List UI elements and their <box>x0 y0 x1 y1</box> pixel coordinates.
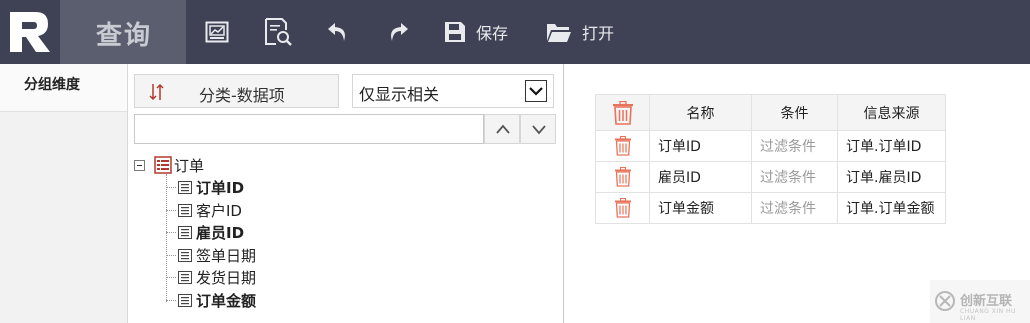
tree-connector <box>166 255 176 256</box>
cell-name: 雇员ID <box>649 161 752 193</box>
tree-item-label: 发货日期 <box>196 269 257 287</box>
watermark-text: 创新互联 <box>960 294 1013 309</box>
tree-root-order[interactable]: 订单 <box>134 154 334 176</box>
trash-icon[interactable] <box>614 167 632 187</box>
field-icon <box>178 294 192 307</box>
top-toolbar: 查询 保存 打开 <box>0 0 1030 64</box>
table-header-row: 名称 条件 信息来源 <box>595 94 946 131</box>
tree-item-label: 签单日期 <box>196 247 257 265</box>
cell-condition-link[interactable]: 过滤条件 <box>751 161 838 193</box>
tree-item-label: 订单ID <box>196 179 245 197</box>
brand <box>0 0 60 64</box>
field-icon <box>178 181 192 194</box>
watermark: 创新互联 CHUANG XIN HU LIAN <box>930 280 1030 323</box>
table-icon <box>154 156 172 174</box>
chart-icon <box>205 21 229 43</box>
table-row: 订单金额 过滤条件 订单.订单金额 <box>595 192 946 224</box>
tree-root-label: 订单 <box>174 157 205 175</box>
app-root: 查询 保存 打开 分组维度 分类-数据项 仅显示相关 订单 订单ID 客户ID … <box>0 0 1030 323</box>
relevance-filter-value: 仅显示相关 <box>359 85 440 104</box>
tree-item-label: 订单金额 <box>196 292 257 310</box>
category-sort-label: 分类-数据项 <box>199 86 285 105</box>
condition-table: 名称 条件 信息来源 订单ID 过滤条件 订单.订单ID 雇员ID 过滤条件 订… <box>595 94 946 224</box>
chevron-down-icon <box>532 125 546 135</box>
field-icon <box>178 204 192 217</box>
redo-button[interactable] <box>386 0 410 64</box>
column-header-name: 名称 <box>649 94 752 131</box>
chevron-up-icon <box>496 124 510 134</box>
save-label: 保存 <box>476 24 509 43</box>
app-title: 查询 <box>96 21 153 51</box>
left-nav: 分组维度 <box>0 64 128 323</box>
cell-source: 订单.订单ID <box>837 130 946 162</box>
watermark-subtext: CHUANG XIN HU LIAN <box>960 308 1016 322</box>
tab-group-dimension[interactable]: 分组维度 <box>0 64 127 112</box>
cell-condition-link[interactable]: 过滤条件 <box>751 192 838 224</box>
app-title-tab[interactable]: 查询 <box>60 0 186 64</box>
category-sort-button[interactable]: 分类-数据项 <box>134 74 339 108</box>
folder-icon <box>547 24 571 42</box>
watermark-logo-icon <box>935 291 955 311</box>
relevance-filter-select[interactable]: 仅显示相关 <box>352 74 554 108</box>
table-row: 订单ID 过滤条件 订单.订单ID <box>595 130 946 162</box>
tree-item-label: 雇员ID <box>196 224 245 242</box>
undo-button[interactable] <box>326 0 350 64</box>
redo-icon <box>391 23 408 41</box>
sort-arrows-icon <box>149 83 164 101</box>
r-logo-icon <box>10 12 50 52</box>
field-icon <box>178 249 192 262</box>
tree-item[interactable]: 客户ID <box>166 199 426 221</box>
preview-button[interactable] <box>263 0 293 64</box>
tree-item[interactable]: 发货日期 <box>166 266 426 288</box>
table-row: 雇员ID 过滤条件 订单.雇员ID <box>595 161 946 193</box>
trash-icon[interactable] <box>614 136 632 156</box>
delete-all-header[interactable] <box>595 94 650 131</box>
next-match-button[interactable] <box>520 114 556 144</box>
open-label: 打开 <box>582 24 615 43</box>
cell-name: 订单金额 <box>649 192 752 224</box>
tree-connector <box>166 187 176 188</box>
field-icon <box>178 271 192 284</box>
undo-icon <box>328 23 345 41</box>
field-panel: 分类-数据项 仅显示相关 订单 订单ID 客户ID 雇员ID 签单日期 发货日期… <box>128 64 564 323</box>
field-search-input[interactable] <box>134 114 484 144</box>
row-delete-cell <box>595 161 650 193</box>
previous-match-button[interactable] <box>484 114 520 144</box>
column-header-source: 信息来源 <box>837 94 946 131</box>
row-delete-cell <box>595 192 650 224</box>
tab-group-dimension-label: 分组维度 <box>24 77 80 93</box>
tree-connector <box>166 300 176 301</box>
save-icon <box>445 22 465 42</box>
column-header-condition: 条件 <box>751 94 838 131</box>
row-delete-cell <box>595 130 650 162</box>
field-icon <box>178 226 192 239</box>
cell-condition-link[interactable]: 过滤条件 <box>751 130 838 162</box>
search-document-icon <box>265 18 292 46</box>
save-button[interactable]: 保存 <box>444 0 508 64</box>
cell-source: 订单.订单金额 <box>837 192 946 224</box>
tree-item[interactable]: 订单ID <box>166 176 426 198</box>
cell-source: 订单.雇员ID <box>837 161 946 193</box>
chevron-down-icon <box>525 80 547 102</box>
tree-item-label: 客户ID <box>196 202 242 220</box>
open-button[interactable]: 打开 <box>546 0 614 64</box>
tree-connector <box>166 277 176 278</box>
collapse-toggle-icon[interactable] <box>134 160 145 171</box>
trash-icon[interactable] <box>612 100 634 125</box>
trash-icon[interactable] <box>614 198 632 218</box>
tree-item[interactable]: 签单日期 <box>166 244 426 266</box>
tree-item[interactable]: 订单金额 <box>166 289 426 311</box>
tree-item[interactable]: 雇员ID <box>166 221 426 243</box>
cell-name: 订单ID <box>649 130 752 162</box>
tree-connector <box>166 232 176 233</box>
tree-connector <box>166 210 176 211</box>
chart-button[interactable] <box>205 0 229 64</box>
